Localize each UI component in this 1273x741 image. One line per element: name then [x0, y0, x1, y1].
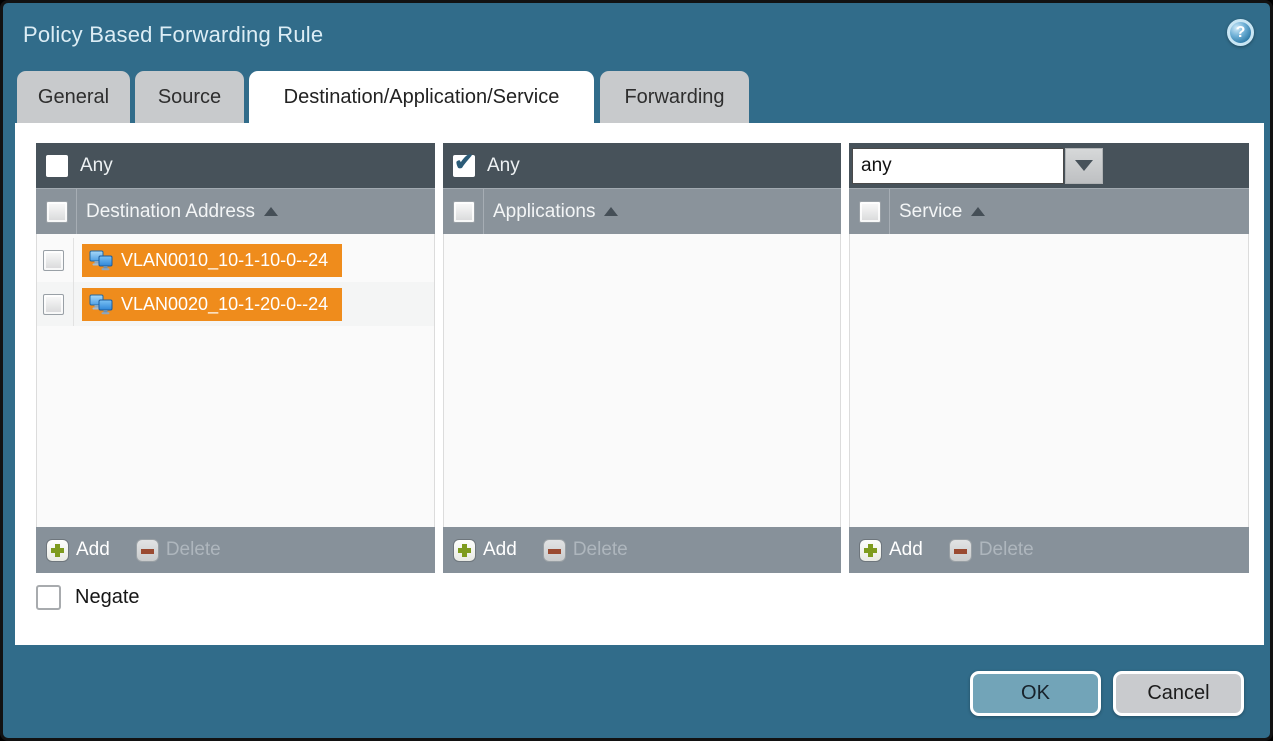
add-icon: [453, 539, 476, 562]
tab-source[interactable]: Source: [135, 71, 244, 124]
service-header-row[interactable]: Service: [849, 188, 1249, 234]
tab-destination-application-service[interactable]: Destination/Application/Service: [249, 71, 594, 124]
service-list: [849, 234, 1249, 527]
tab-content-panel: Any Destination Address: [15, 123, 1264, 645]
tab-label: Destination/Application/Service: [284, 86, 560, 109]
dialog-title: Policy Based Forwarding Rule: [23, 22, 323, 48]
help-glyph: ?: [1236, 24, 1246, 42]
row-checkbox[interactable]: [43, 250, 64, 271]
network-address-icon: [89, 294, 114, 315]
help-icon[interactable]: ?: [1227, 19, 1254, 46]
row-checkbox-cell: [37, 238, 74, 282]
destination-any-checkbox[interactable]: [46, 155, 68, 177]
applications-footer-bar: Add Delete: [443, 527, 841, 573]
delete-icon: [136, 539, 159, 562]
destination-footer-bar: Add Delete: [36, 527, 435, 573]
destination-address-header-row[interactable]: Destination Address: [36, 188, 435, 234]
service-dropdown-bar: [849, 143, 1249, 188]
service-footer-bar: Add Delete: [849, 527, 1249, 573]
destination-address-item[interactable]: VLAN0020_10-1-20-0--24: [82, 288, 342, 321]
add-label: Add: [483, 539, 517, 561]
delete-label: Delete: [573, 539, 628, 561]
negate-checkbox[interactable]: [36, 585, 61, 610]
applications-any-checkbox[interactable]: ✔: [453, 155, 475, 177]
address-object-name: VLAN0010_10-1-10-0--24: [121, 250, 328, 271]
service-dropdown: [852, 148, 1103, 184]
tab-forwarding[interactable]: Forwarding: [600, 71, 749, 124]
add-service-button[interactable]: Add: [849, 539, 923, 562]
delete-icon: [949, 539, 972, 562]
sort-ascending-icon: [604, 207, 618, 216]
header-divider: [889, 189, 890, 234]
applications-header-row[interactable]: Applications: [443, 188, 841, 234]
checkmark-icon: ✔: [454, 148, 474, 177]
add-label: Add: [889, 539, 923, 561]
address-object-name: VLAN0020_10-1-20-0--24: [121, 294, 328, 315]
row-checkbox[interactable]: [43, 294, 64, 315]
table-row[interactable]: VLAN0010_10-1-10-0--24: [37, 238, 434, 282]
sort-ascending-icon: [264, 207, 278, 216]
applications-header: Applications: [493, 201, 595, 223]
add-icon: [46, 539, 69, 562]
applications-any-bar: ✔ Any: [443, 143, 841, 188]
row-checkbox-cell: [37, 282, 74, 326]
delete-icon: [543, 539, 566, 562]
applications-select-all-checkbox[interactable]: [453, 201, 475, 223]
destination-any-label: Any: [80, 155, 113, 177]
add-destination-button[interactable]: Add: [36, 539, 110, 562]
header-divider: [483, 189, 484, 234]
tab-label: General: [38, 86, 109, 109]
add-application-button[interactable]: Add: [443, 539, 517, 562]
service-select-all-checkbox[interactable]: [859, 201, 881, 223]
applications-column: ✔ Any Applications Add Delete: [443, 143, 841, 573]
delete-label: Delete: [166, 539, 221, 561]
destination-address-header: Destination Address: [86, 201, 255, 223]
tab-label: Forwarding: [624, 86, 724, 109]
service-dropdown-input[interactable]: [852, 148, 1064, 184]
add-icon: [859, 539, 882, 562]
delete-label: Delete: [979, 539, 1034, 561]
destination-address-list: VLAN0010_10-1-10-0--24: [36, 234, 435, 527]
cancel-label: Cancel: [1147, 682, 1209, 705]
destination-any-bar: Any: [36, 143, 435, 188]
destination-address-item[interactable]: VLAN0010_10-1-10-0--24: [82, 244, 342, 277]
negate-row: Negate: [36, 585, 140, 610]
delete-destination-button[interactable]: Delete: [110, 539, 221, 562]
header-divider: [76, 189, 77, 234]
table-row[interactable]: VLAN0020_10-1-20-0--24: [37, 282, 434, 326]
service-dropdown-button[interactable]: [1065, 148, 1103, 184]
delete-application-button[interactable]: Delete: [517, 539, 628, 562]
tab-general[interactable]: General: [17, 71, 130, 124]
policy-based-forwarding-dialog: Policy Based Forwarding Rule ? General S…: [0, 0, 1273, 741]
service-header: Service: [899, 201, 962, 223]
destination-select-all-checkbox[interactable]: [46, 201, 68, 223]
network-address-icon: [89, 250, 114, 271]
service-column: Service Add Delete: [849, 143, 1249, 573]
add-label: Add: [76, 539, 110, 561]
cancel-button[interactable]: Cancel: [1113, 671, 1244, 716]
ok-label: OK: [1021, 682, 1050, 705]
ok-button[interactable]: OK: [970, 671, 1101, 716]
chevron-down-icon: [1075, 160, 1093, 171]
destination-address-column: Any Destination Address: [36, 143, 435, 573]
applications-any-label: Any: [487, 155, 520, 177]
applications-list: [443, 234, 841, 527]
negate-label: Negate: [75, 586, 140, 609]
tab-label: Source: [158, 86, 221, 109]
sort-ascending-icon: [971, 207, 985, 216]
delete-service-button[interactable]: Delete: [923, 539, 1034, 562]
